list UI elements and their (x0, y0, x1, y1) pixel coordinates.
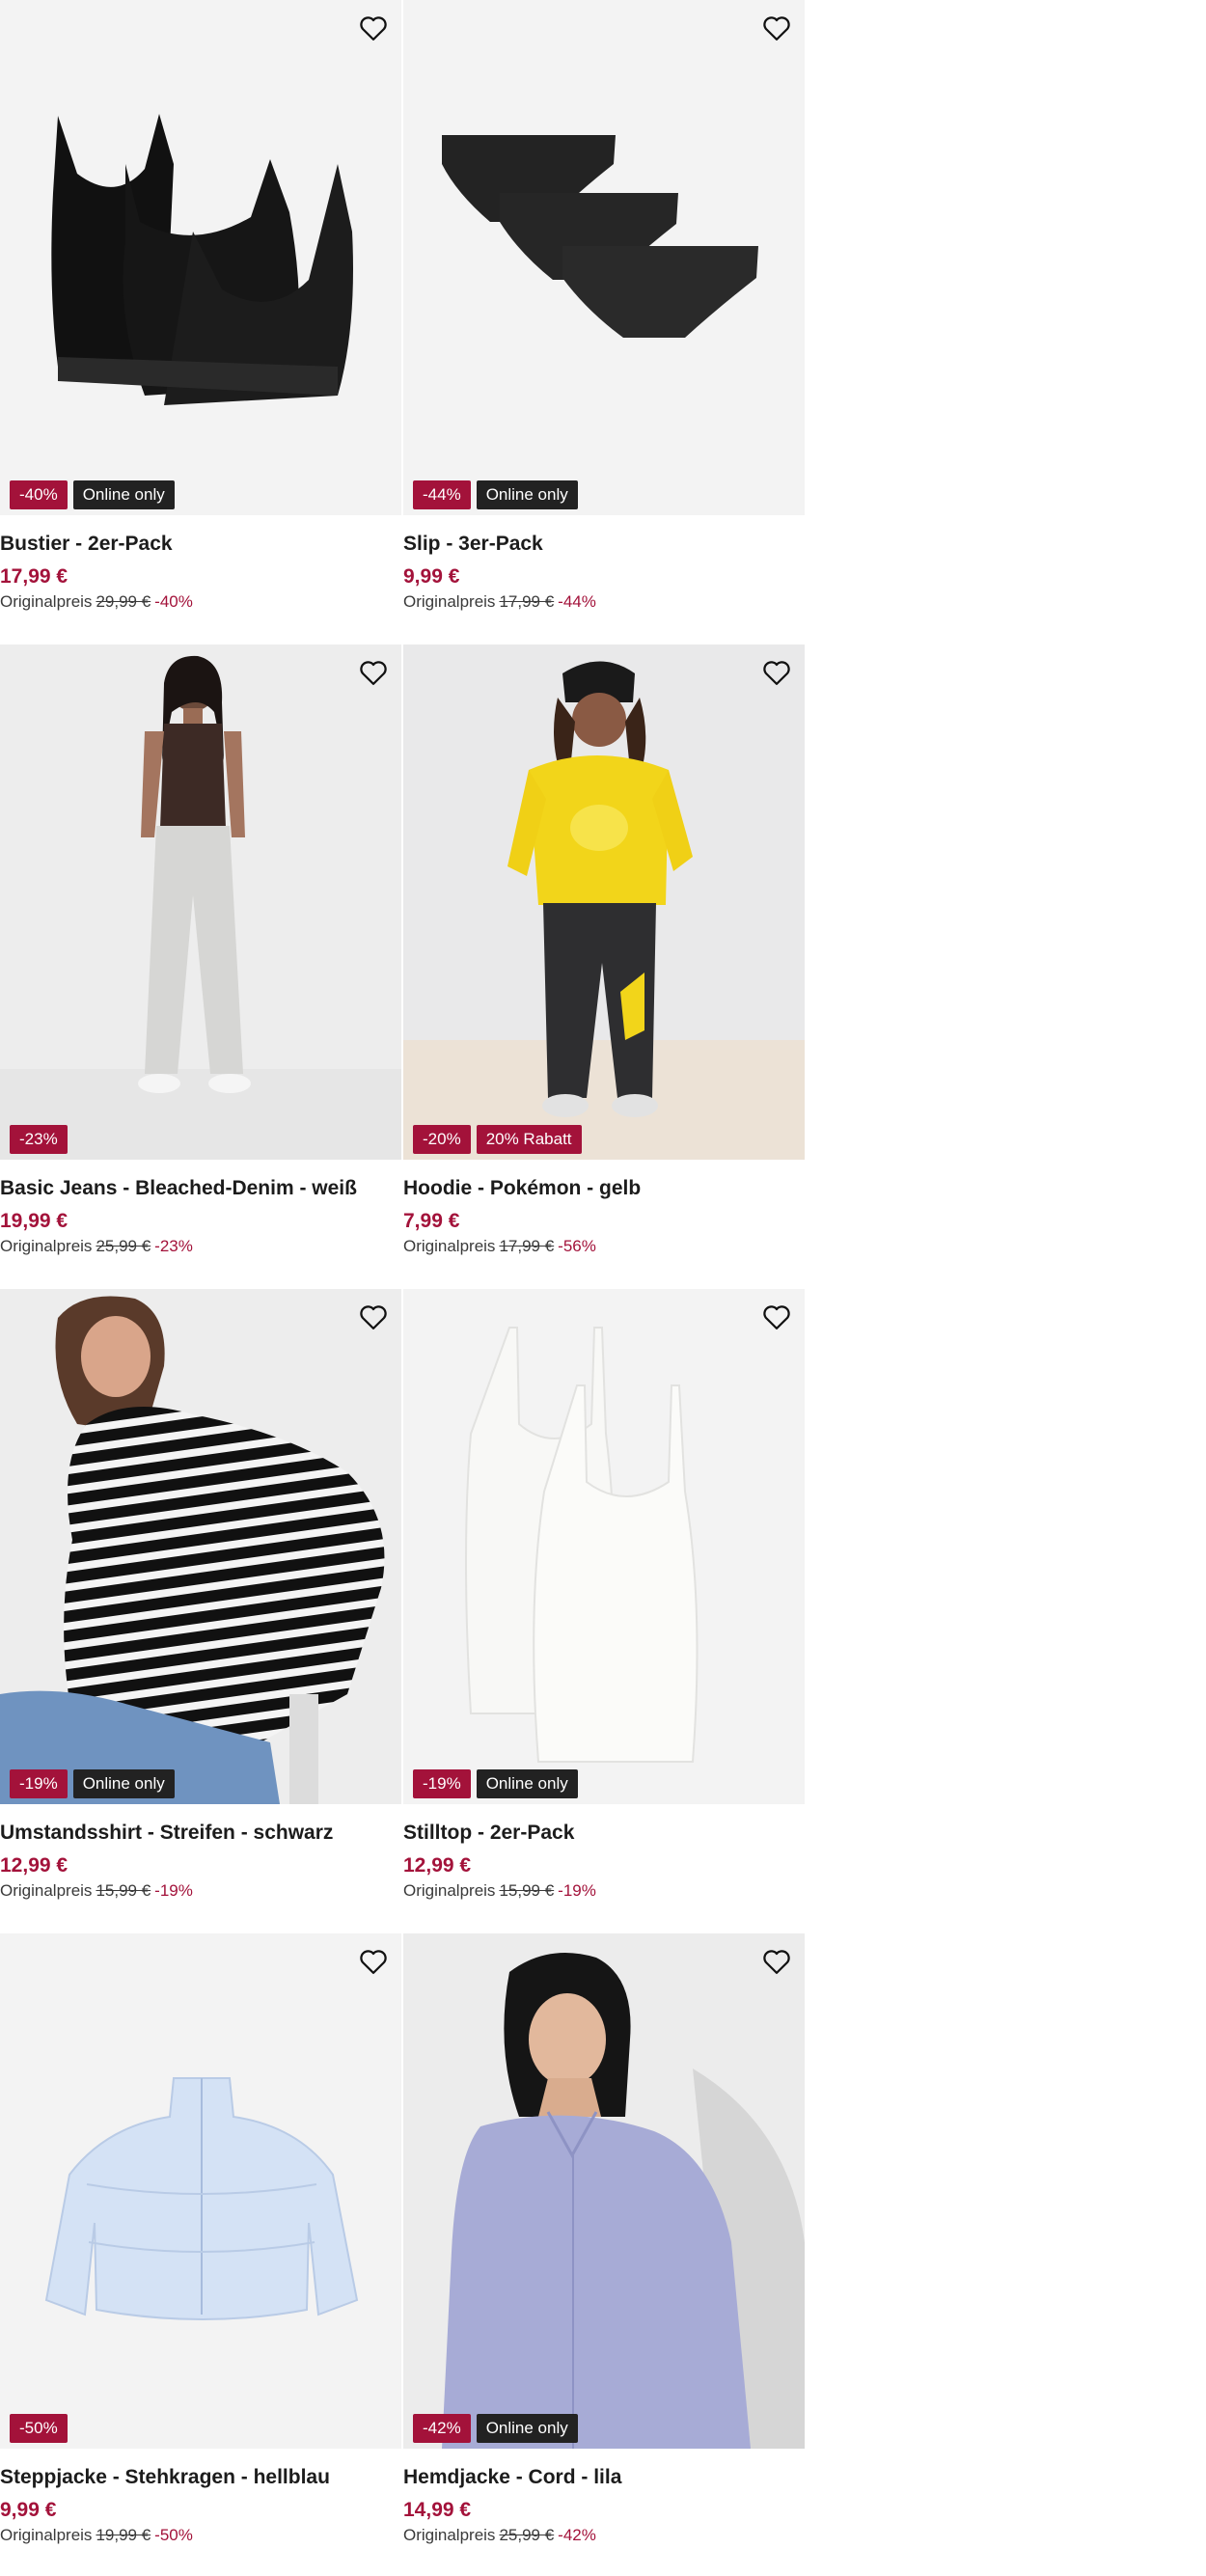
product-title[interactable]: Hoodie - Pokémon - gelb (403, 1177, 641, 1200)
original-discount: -19% (558, 1881, 596, 1900)
wishlist-heart-icon[interactable] (357, 12, 390, 44)
original-discount: -44% (558, 592, 596, 611)
original-price-line: Originalpreis 17,99 € -44% (403, 592, 596, 612)
badge-group: -42% Online only (413, 2414, 578, 2443)
original-price-label: Originalpreis (403, 1881, 496, 1900)
product-price: 9,99 € (403, 565, 460, 588)
original-price: 17,99 € (499, 1237, 555, 1255)
product-price: 19,99 € (0, 1210, 69, 1232)
discount-badge: -44% (413, 480, 471, 509)
original-price-label: Originalpreis (0, 1237, 93, 1255)
original-discount: -23% (154, 1237, 193, 1255)
discount-badge: -19% (10, 1769, 68, 1798)
badge-group: -50% (10, 2414, 68, 2443)
original-price-label: Originalpreis (0, 1881, 93, 1900)
product-title[interactable]: Bustier - 2er-Pack (0, 533, 173, 556)
product-image[interactable]: -40% Online only (0, 0, 401, 515)
original-price: 29,99 € (96, 592, 151, 611)
original-price-label: Originalpreis (403, 2526, 496, 2544)
original-price-line: Originalpreis 15,99 € -19% (0, 1881, 193, 1901)
original-price: 17,99 € (499, 592, 555, 611)
online-only-badge: Online only (476, 1769, 578, 1798)
product-image[interactable]: -19% Online only (0, 1289, 401, 1804)
discount-badge: -19% (413, 1769, 471, 1798)
original-price-line: Originalpreis 19,99 € -50% (0, 2526, 193, 2545)
badge-group: -20% 20% Rabatt (413, 1125, 582, 1154)
product-card[interactable]: -44% Online only Slip - 3er-Pack 9,99 € … (403, 0, 805, 643)
product-card[interactable]: -20% 20% Rabatt Hoodie - Pokémon - gelb … (403, 644, 805, 1287)
badge-group: -44% Online only (413, 480, 578, 509)
original-discount: -56% (558, 1237, 596, 1255)
online-only-badge: Online only (476, 480, 578, 509)
wishlist-heart-icon[interactable] (760, 656, 793, 689)
online-only-badge: Online only (72, 480, 175, 509)
online-only-badge: Online only (476, 2414, 578, 2443)
product-image[interactable]: -19% Online only (403, 1289, 805, 1804)
product-card[interactable]: -19% Online only Stilltop - 2er-Pack 12,… (403, 1289, 805, 1932)
original-price: 25,99 € (499, 2526, 555, 2544)
original-discount: -40% (154, 592, 193, 611)
original-discount: -42% (558, 2526, 596, 2544)
product-card[interactable]: -50% Steppjacke - Stehkragen - hellblau … (0, 1933, 401, 2576)
discount-badge: -50% (10, 2414, 68, 2443)
wishlist-heart-icon[interactable] (357, 1301, 390, 1333)
product-title[interactable]: Stilltop - 2er-Pack (403, 1822, 574, 1845)
wishlist-heart-icon[interactable] (760, 12, 793, 44)
original-price-line: Originalpreis 15,99 € -19% (403, 1881, 596, 1901)
original-price: 15,99 € (499, 1881, 555, 1900)
product-card[interactable]: -42% Online only Hemdjacke - Cord - lila… (403, 1933, 805, 2576)
product-price: 9,99 € (0, 2499, 57, 2521)
original-discount: -50% (154, 2526, 193, 2544)
original-price-label: Originalpreis (0, 2526, 93, 2544)
product-title[interactable]: Hemdjacke - Cord - lila (403, 2466, 621, 2489)
badge-group: -23% (10, 1125, 68, 1154)
online-only-badge: Online only (72, 1769, 175, 1798)
product-image[interactable]: -44% Online only (403, 0, 805, 515)
product-title[interactable]: Umstandsshirt - Streifen - schwarz (0, 1822, 333, 1845)
discount-badge: -40% (10, 480, 68, 509)
original-price-line: Originalpreis 25,99 € -42% (403, 2526, 596, 2545)
original-price: 19,99 € (96, 2526, 151, 2544)
original-price-line: Originalpreis 25,99 € -23% (0, 1237, 193, 1256)
discount-badge: -42% (413, 2414, 471, 2443)
wishlist-heart-icon[interactable] (760, 1945, 793, 1978)
product-price: 7,99 € (403, 1210, 460, 1232)
product-image[interactable]: -42% Online only (403, 1933, 805, 2449)
product-card[interactable]: -23% Basic Jeans - Bleached-Denim - weiß… (0, 644, 401, 1287)
product-card[interactable]: -19% Online only Umstandsshirt - Streife… (0, 1289, 401, 1932)
product-title[interactable]: Steppjacke - Stehkragen - hellblau (0, 2466, 330, 2489)
original-price-line: Originalpreis 29,99 € -40% (0, 592, 193, 612)
badge-group: -19% Online only (413, 1769, 578, 1798)
product-card[interactable]: -40% Online only Bustier - 2er-Pack 17,9… (0, 0, 401, 643)
original-price-line: Originalpreis 17,99 € -56% (403, 1237, 596, 1256)
original-discount: -19% (154, 1881, 193, 1900)
product-title[interactable]: Basic Jeans - Bleached-Denim - weiß (0, 1177, 357, 1200)
rabatt-badge: 20% Rabatt (476, 1125, 582, 1154)
product-price: 12,99 € (0, 1854, 69, 1877)
badge-group: -19% Online only (10, 1769, 175, 1798)
original-price: 25,99 € (96, 1237, 151, 1255)
product-image[interactable]: -50% (0, 1933, 401, 2449)
product-title[interactable]: Slip - 3er-Pack (403, 533, 543, 556)
discount-badge: -20% (413, 1125, 471, 1154)
wishlist-heart-icon[interactable] (357, 656, 390, 689)
wishlist-heart-icon[interactable] (760, 1301, 793, 1333)
original-price-label: Originalpreis (0, 592, 93, 611)
original-price-label: Originalpreis (403, 1237, 496, 1255)
discount-badge: -23% (10, 1125, 68, 1154)
product-price: 14,99 € (403, 2499, 472, 2521)
original-price: 15,99 € (96, 1881, 151, 1900)
wishlist-heart-icon[interactable] (357, 1945, 390, 1978)
badge-group: -40% Online only (10, 480, 175, 509)
product-image[interactable]: -20% 20% Rabatt (403, 644, 805, 1160)
original-price-label: Originalpreis (403, 592, 496, 611)
product-price: 17,99 € (0, 565, 69, 588)
product-price: 12,99 € (403, 1854, 472, 1877)
product-image[interactable]: -23% (0, 644, 401, 1160)
